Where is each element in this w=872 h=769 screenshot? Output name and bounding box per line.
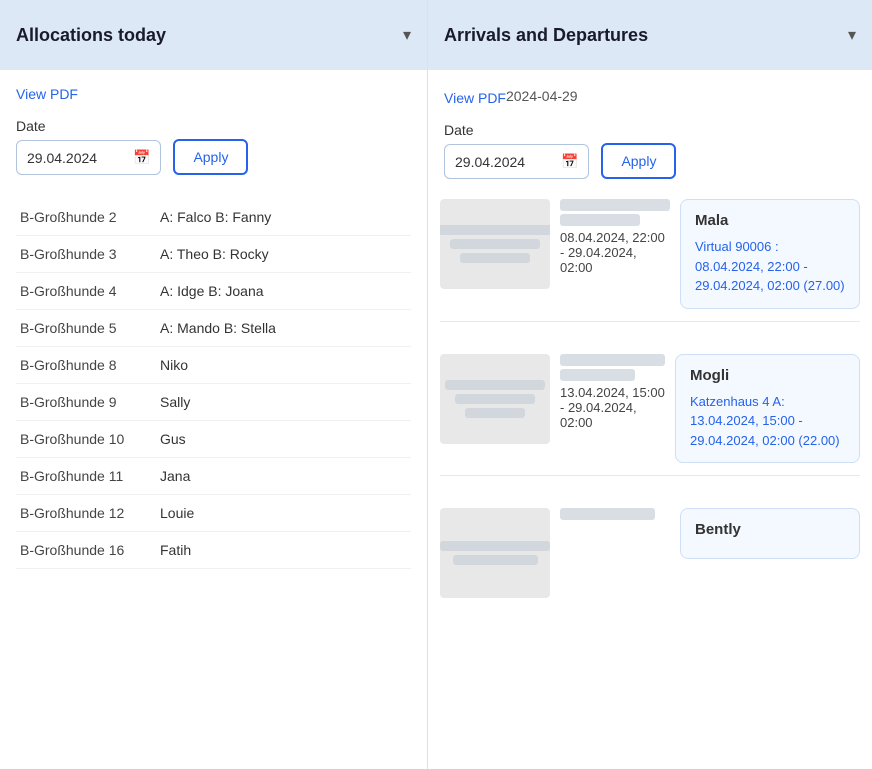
allocation-pen: B-Großhunde 11: [16, 458, 156, 495]
allocation-slots: Sally: [156, 384, 411, 421]
left-date-input-display[interactable]: 📅: [16, 140, 161, 175]
left-date-wrapper: Date 📅: [16, 118, 161, 175]
right-panel-title: Arrivals and Departures: [444, 25, 648, 46]
arrival-animal-card: Mogli Katzenhaus 4 A: 13.04.2024, 15:00 -…: [675, 354, 860, 464]
allocation-pen: B-Großhunde 2: [16, 199, 156, 236]
allocation-pen: B-Großhunde 16: [16, 532, 156, 569]
right-date-label: Date: [444, 122, 589, 138]
allocation-row: B-Großhunde 10 Gus: [16, 421, 411, 458]
right-panel-dropdown-icon[interactable]: ▾: [848, 25, 856, 45]
allocation-row: B-Großhunde 8 Niko: [16, 347, 411, 384]
arrival-card-row: 08.04.2024, 22:00 - 29.04.2024, 02:00Mal…: [440, 199, 860, 309]
arrival-card-row: 13.04.2024, 15:00 - 29.04.2024, 02:00Mog…: [440, 354, 860, 464]
arrival-name-blurred: [560, 199, 670, 226]
arrival-divider: [440, 475, 860, 476]
allocation-slots: Gus: [156, 421, 411, 458]
right-view-pdf-link[interactable]: View PDF: [444, 90, 506, 106]
allocation-slots: A: Falco B: Fanny: [156, 199, 411, 236]
allocation-row: B-Großhunde 9 Sally: [16, 384, 411, 421]
main-container: Allocations today ▾ View PDF Date 📅 Appl…: [0, 0, 872, 769]
allocation-pen: B-Großhunde 9: [16, 384, 156, 421]
left-view-pdf-link[interactable]: View PDF: [16, 86, 78, 102]
allocation-row: B-Großhunde 2 A: Falco B: Fanny: [16, 199, 411, 236]
allocation-row: B-Großhunde 4 A: Idge B: Joana: [16, 273, 411, 310]
right-apply-button[interactable]: Apply: [601, 143, 676, 179]
arrival-name-blurred: [560, 354, 665, 381]
allocation-slots: A: Theo B: Rocky: [156, 236, 411, 273]
right-date-input-display[interactable]: 📅: [444, 144, 589, 179]
allocation-slots: Niko: [156, 347, 411, 384]
allocation-row: B-Großhunde 16 Fatih: [16, 532, 411, 569]
allocation-pen: B-Großhunde 3: [16, 236, 156, 273]
arrival-info: 08.04.2024, 22:00 - 29.04.2024, 02:00: [560, 199, 670, 275]
animal-name: Mala: [695, 212, 845, 229]
animal-location-link[interactable]: Katzenhaus 4 A: 13.04.2024, 15:00 - 29.0…: [690, 394, 840, 448]
allocation-pen: B-Großhunde 4: [16, 273, 156, 310]
arrival-animal-card: Bently: [680, 508, 860, 559]
animal-name: Mogli: [690, 367, 845, 384]
allocation-pen: B-Großhunde 12: [16, 495, 156, 532]
right-date-field-group: Date 📅: [444, 122, 589, 179]
allocation-row: B-Großhunde 3 A: Theo B: Rocky: [16, 236, 411, 273]
allocation-slots: A: Mando B: Stella: [156, 310, 411, 347]
left-panel-title: Allocations today: [16, 25, 166, 46]
animal-name: Bently: [695, 521, 845, 538]
arrival-photo: [440, 508, 550, 598]
arrival-dates: 13.04.2024, 15:00 - 29.04.2024, 02:00: [560, 385, 665, 430]
arrival-divider: [440, 321, 860, 322]
allocation-slots: Fatih: [156, 532, 411, 569]
arrival-info: [560, 508, 670, 524]
allocation-row: B-Großhunde 12 Louie: [16, 495, 411, 532]
left-panel: Allocations today ▾ View PDF Date 📅 Appl…: [0, 0, 428, 769]
arrival-photo: [440, 354, 550, 444]
allocation-slots: Jana: [156, 458, 411, 495]
allocation-slots: Louie: [156, 495, 411, 532]
animal-location-link[interactable]: Virtual 90006 : 08.04.2024, 22:00 - 29.0…: [695, 239, 845, 293]
right-panel-header: Arrivals and Departures ▾: [428, 0, 872, 70]
left-date-row: Date 📅 Apply: [16, 118, 411, 175]
arrival-photo: [440, 199, 550, 289]
left-panel-dropdown-icon[interactable]: ▾: [403, 25, 411, 45]
right-panel: Arrivals and Departures ▾ View PDF 2024-…: [428, 0, 872, 769]
left-panel-body: View PDF Date 📅 Apply B-Großhunde 2 A: F…: [0, 70, 427, 581]
arrival-info: 13.04.2024, 15:00 - 29.04.2024, 02:00: [560, 354, 665, 430]
allocation-table: B-Großhunde 2 A: Falco B: Fanny B-Großhu…: [16, 199, 411, 569]
arrival-card-row: Bently: [440, 508, 860, 598]
allocation-slots: A: Idge B: Joana: [156, 273, 411, 310]
allocation-pen: B-Großhunde 10: [16, 421, 156, 458]
right-calendar-icon[interactable]: 📅: [561, 153, 578, 170]
arrival-animal-card: Mala Virtual 90006 : 08.04.2024, 22:00 - …: [680, 199, 860, 309]
right-date-info: 2024-04-29: [506, 88, 578, 104]
allocation-row: B-Großhunde 11 Jana: [16, 458, 411, 495]
allocation-row: B-Großhunde 5 A: Mando B: Stella: [16, 310, 411, 347]
arrival-name-blurred: [560, 508, 670, 520]
right-header-row: Arrivals and Departures: [444, 25, 648, 46]
arrival-dates: 08.04.2024, 22:00 - 29.04.2024, 02:00: [560, 230, 670, 275]
left-date-label: Date: [16, 118, 161, 134]
right-date-field[interactable]: [455, 154, 555, 170]
left-calendar-icon[interactable]: 📅: [133, 149, 150, 166]
left-panel-header: Allocations today ▾: [0, 0, 427, 70]
left-date-field[interactable]: [27, 150, 127, 166]
allocation-pen: B-Großhunde 5: [16, 310, 156, 347]
arrivals-list: 08.04.2024, 22:00 - 29.04.2024, 02:00Mal…: [428, 191, 872, 606]
left-apply-button[interactable]: Apply: [173, 139, 248, 175]
right-panel-body: View PDF 2024-04-29 Date 📅 Apply: [428, 70, 872, 191]
right-date-controls: Date 📅 Apply: [444, 122, 856, 179]
allocation-pen: B-Großhunde 8: [16, 347, 156, 384]
